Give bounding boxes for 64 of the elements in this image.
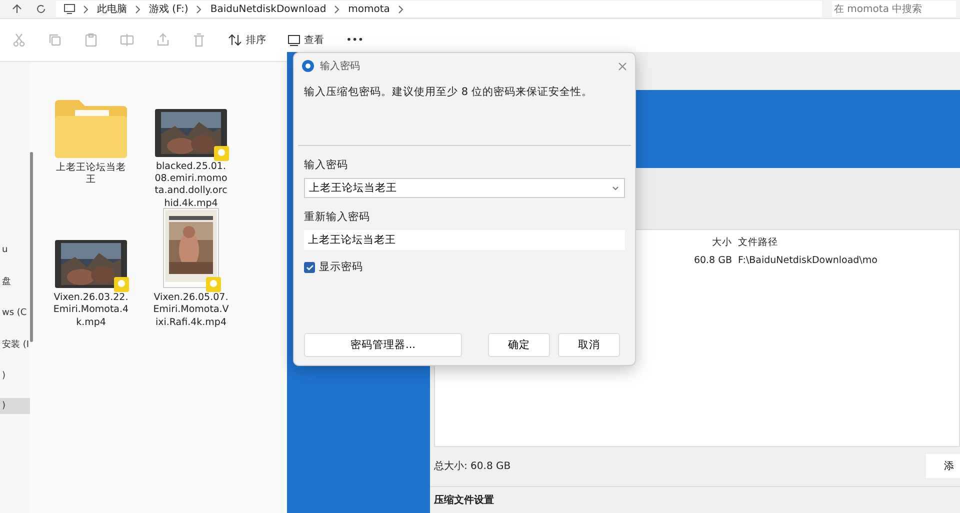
chevron-icon xyxy=(398,4,404,14)
paste-icon[interactable] xyxy=(84,33,98,47)
breadcrumb-item[interactable]: 游戏 (F:) xyxy=(149,2,188,16)
breadcrumb-item[interactable]: BaiduNetdiskDownload xyxy=(210,4,326,14)
sort-icon xyxy=(228,34,242,46)
video-thumbnail[interactable] xyxy=(55,240,127,288)
sidebar-item[interactable]: 盘 xyxy=(0,272,30,291)
folder-icon xyxy=(53,98,129,158)
more-button[interactable]: ••• xyxy=(346,34,364,46)
checkbox-label: 显示密码 xyxy=(319,260,363,274)
sidebar-item[interactable]: ws (C xyxy=(0,305,30,321)
total-size: 总大小: 60.8 GB xyxy=(434,460,511,474)
column-header[interactable]: 大小 xyxy=(682,236,732,250)
sidebar-item[interactable]: u xyxy=(0,242,30,258)
column-header[interactable]: 文件路径 xyxy=(738,236,778,250)
scrollbar[interactable] xyxy=(30,152,33,342)
table-cell: F:\BaiduNetdiskDownload\mo xyxy=(738,255,878,266)
address-bar[interactable]: 此电脑 游戏 (F:) BaiduNetdiskDownload momota xyxy=(56,1,822,17)
confirm-password-field[interactable]: 上老王论坛当老王 xyxy=(304,230,625,250)
chevron-icon xyxy=(135,4,141,14)
add-button[interactable]: 添 xyxy=(926,454,960,478)
search-field[interactable]: 在 momota 中搜索 xyxy=(832,1,956,17)
copy-icon[interactable] xyxy=(48,33,62,47)
chevron-icon xyxy=(196,4,202,14)
file-name[interactable]: blacked.25.01.08.emiri.momota.and.dolly.orchid.4k.mp4 xyxy=(153,160,229,210)
field-label: 重新输入密码 xyxy=(303,210,371,225)
sidebar-item[interactable]: ) xyxy=(0,398,30,414)
password-field[interactable]: 上老王论坛当老王 xyxy=(304,178,625,198)
player-badge-icon xyxy=(114,277,129,292)
breadcrumb-item[interactable]: momota xyxy=(348,4,390,14)
close-icon[interactable] xyxy=(618,62,627,70)
rename-icon[interactable] xyxy=(120,33,134,47)
checkbox[interactable] xyxy=(304,262,315,272)
up-arrow-icon[interactable] xyxy=(12,4,22,14)
sidebar-item[interactable]: ) xyxy=(0,368,30,384)
dialog-button[interactable]: 取消 xyxy=(558,333,620,357)
video-thumbnail[interactable] xyxy=(163,208,219,288)
file-name[interactable]: 上老王论坛当老王 xyxy=(53,162,129,187)
player-badge-icon xyxy=(214,146,229,161)
player-badge-icon xyxy=(206,277,221,292)
chevron-icon xyxy=(334,4,340,14)
sort-button[interactable]: 排序 xyxy=(228,33,266,47)
dialog-button[interactable]: 确定 xyxy=(488,333,550,357)
video-thumbnail[interactable] xyxy=(155,108,227,157)
app-icon xyxy=(302,60,314,72)
share-icon[interactable] xyxy=(156,33,170,47)
cut-icon[interactable] xyxy=(12,33,26,47)
dropdown-caret-icon[interactable] xyxy=(612,186,619,191)
delete-icon[interactable] xyxy=(192,33,206,47)
view-icon xyxy=(288,34,300,46)
file-name[interactable]: Vixen.26.05.07.Emiri.Momota.Vixi.Rafi.4k.mp4 xyxy=(153,292,229,330)
dialog-title: 输入密码 xyxy=(320,60,360,73)
table-cell-text: 60.8 GB xyxy=(692,255,732,266)
dialog-button[interactable]: 密码管理器... xyxy=(304,333,462,357)
refresh-icon[interactable] xyxy=(36,4,46,14)
breadcrumb-item[interactable]: 此电脑 xyxy=(97,2,127,16)
view-button[interactable]: 查看 xyxy=(288,33,324,47)
field-label: 输入密码 xyxy=(303,158,349,173)
sidebar-item[interactable]: 安装 (I xyxy=(0,335,30,354)
section-heading: 压缩文件设置 xyxy=(430,486,960,513)
file-name[interactable]: Vixen.26.03.22.Emiri.Momota.4k.mp4 xyxy=(53,292,129,330)
monitor-icon xyxy=(64,4,75,14)
chevron-icon xyxy=(83,4,89,14)
dialog-message: 输入压缩包密码。建议使用至少 8 位的密码来保证安全性。 xyxy=(303,85,594,100)
